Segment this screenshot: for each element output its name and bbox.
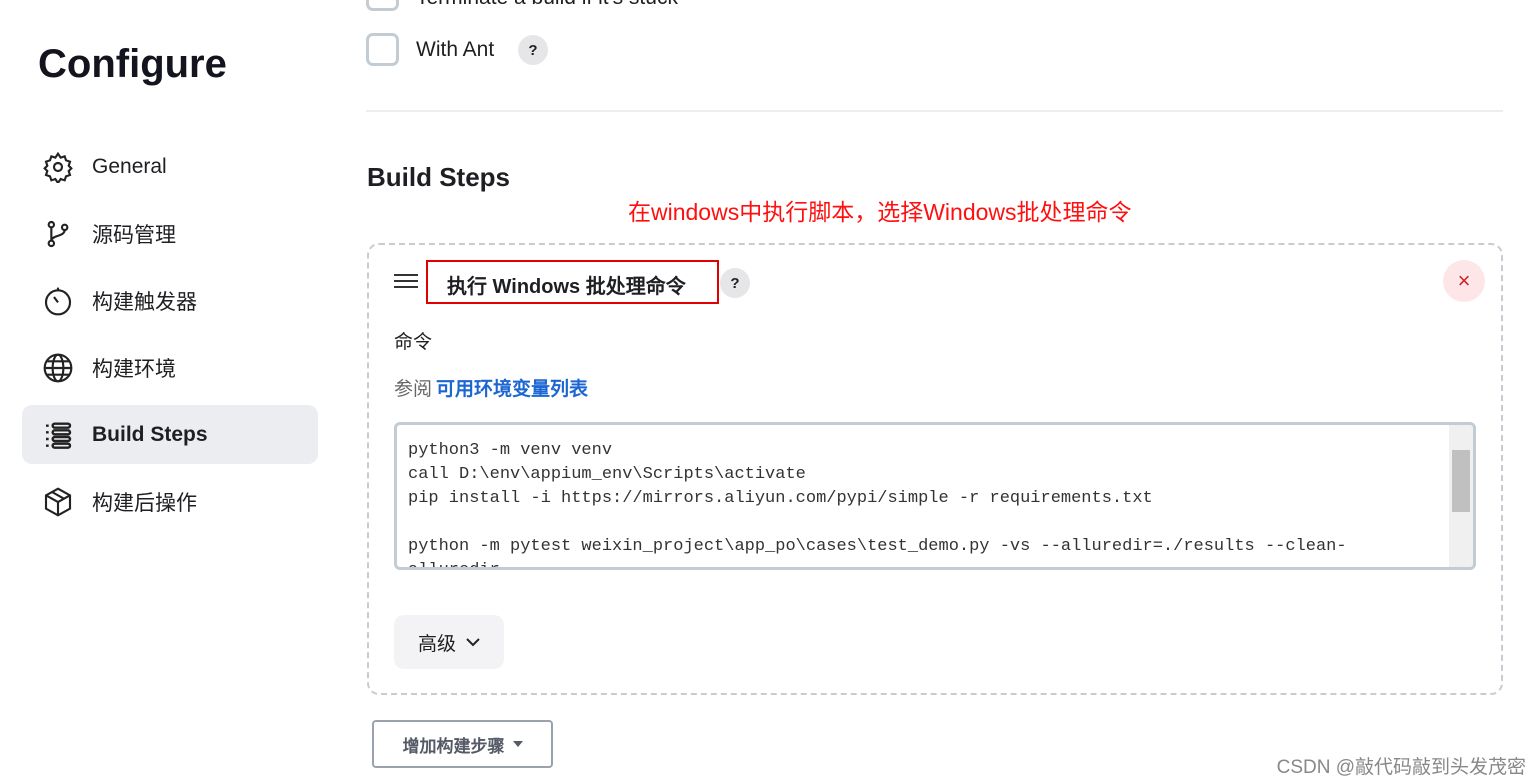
sidebar-item-label: General <box>92 154 167 178</box>
advanced-button[interactable]: 高级 <box>394 615 504 669</box>
scrollbar[interactable] <box>1449 425 1473 567</box>
with-ant-label: With Ant <box>416 38 495 61</box>
sidebar-item-general[interactable]: General <box>22 137 318 196</box>
step-help-button[interactable]: ? <box>720 268 750 298</box>
advanced-label: 高级 <box>417 633 456 655</box>
sidebar-item-post-build[interactable]: 构建后操作 <box>22 472 318 531</box>
terminate-stuck-checkbox[interactable] <box>366 0 399 11</box>
add-build-step-label: 增加构建步骤 <box>402 736 505 756</box>
chevron-down-icon <box>466 638 480 647</box>
help-button[interactable]: ? <box>518 35 548 65</box>
see-prefix: 参阅 <box>394 379 433 400</box>
command-text: python3 -m venv venv call D:\env\appium_… <box>408 441 1347 567</box>
sidebar-item-label: Build Steps <box>92 422 208 446</box>
command-label: 命令 <box>394 332 433 353</box>
add-build-step-button[interactable]: 增加构建步骤 <box>372 720 553 768</box>
sidebar-item-build-steps[interactable]: Build Steps <box>22 405 318 464</box>
sidebar-item-label: 构建触发器 <box>92 290 197 314</box>
sidebar-item-scm[interactable]: 源码管理 <box>22 204 318 263</box>
command-textarea[interactable]: python3 -m venv venv call D:\env\appium_… <box>394 422 1476 570</box>
env-vars-hint: 参阅 可用环境变量列表 <box>394 374 588 401</box>
globe-icon <box>43 353 73 382</box>
list-icon <box>46 421 72 449</box>
with-ant-checkbox[interactable] <box>366 33 399 66</box>
sidebar-item-environment[interactable]: 构建环境 <box>22 338 318 397</box>
watermark: CSDN @敲代码敲到头发茂密 <box>1276 757 1526 778</box>
divider <box>366 110 1503 112</box>
page-title: Configure <box>38 42 227 86</box>
annotation: 在windows中执行脚本，选择Windows批处理命令 <box>628 199 1132 225</box>
gear-icon <box>43 151 73 183</box>
scrollbar-thumb[interactable] <box>1452 450 1470 512</box>
caret-down-icon <box>512 741 523 747</box>
sidebar-item-label: 构建后操作 <box>92 491 197 515</box>
delete-step-button[interactable]: × <box>1443 260 1485 302</box>
section-title: Build Steps <box>367 162 511 192</box>
sidebar-item-label: 构建环境 <box>92 357 176 381</box>
env-vars-link[interactable]: 可用环境变量列表 <box>436 379 588 400</box>
branch-icon <box>47 220 69 247</box>
terminate-stuck-label: Terminate a build if it's stuck <box>416 0 678 10</box>
sidebar-item-triggers[interactable]: 构建触发器 <box>22 271 318 330</box>
step-title: 执行 Windows 批处理命令 <box>447 276 686 298</box>
timer-icon <box>44 287 72 315</box>
drag-handle-icon[interactable] <box>394 273 418 289</box>
sidebar-item-label: 源码管理 <box>92 223 176 247</box>
package-icon <box>44 486 72 517</box>
